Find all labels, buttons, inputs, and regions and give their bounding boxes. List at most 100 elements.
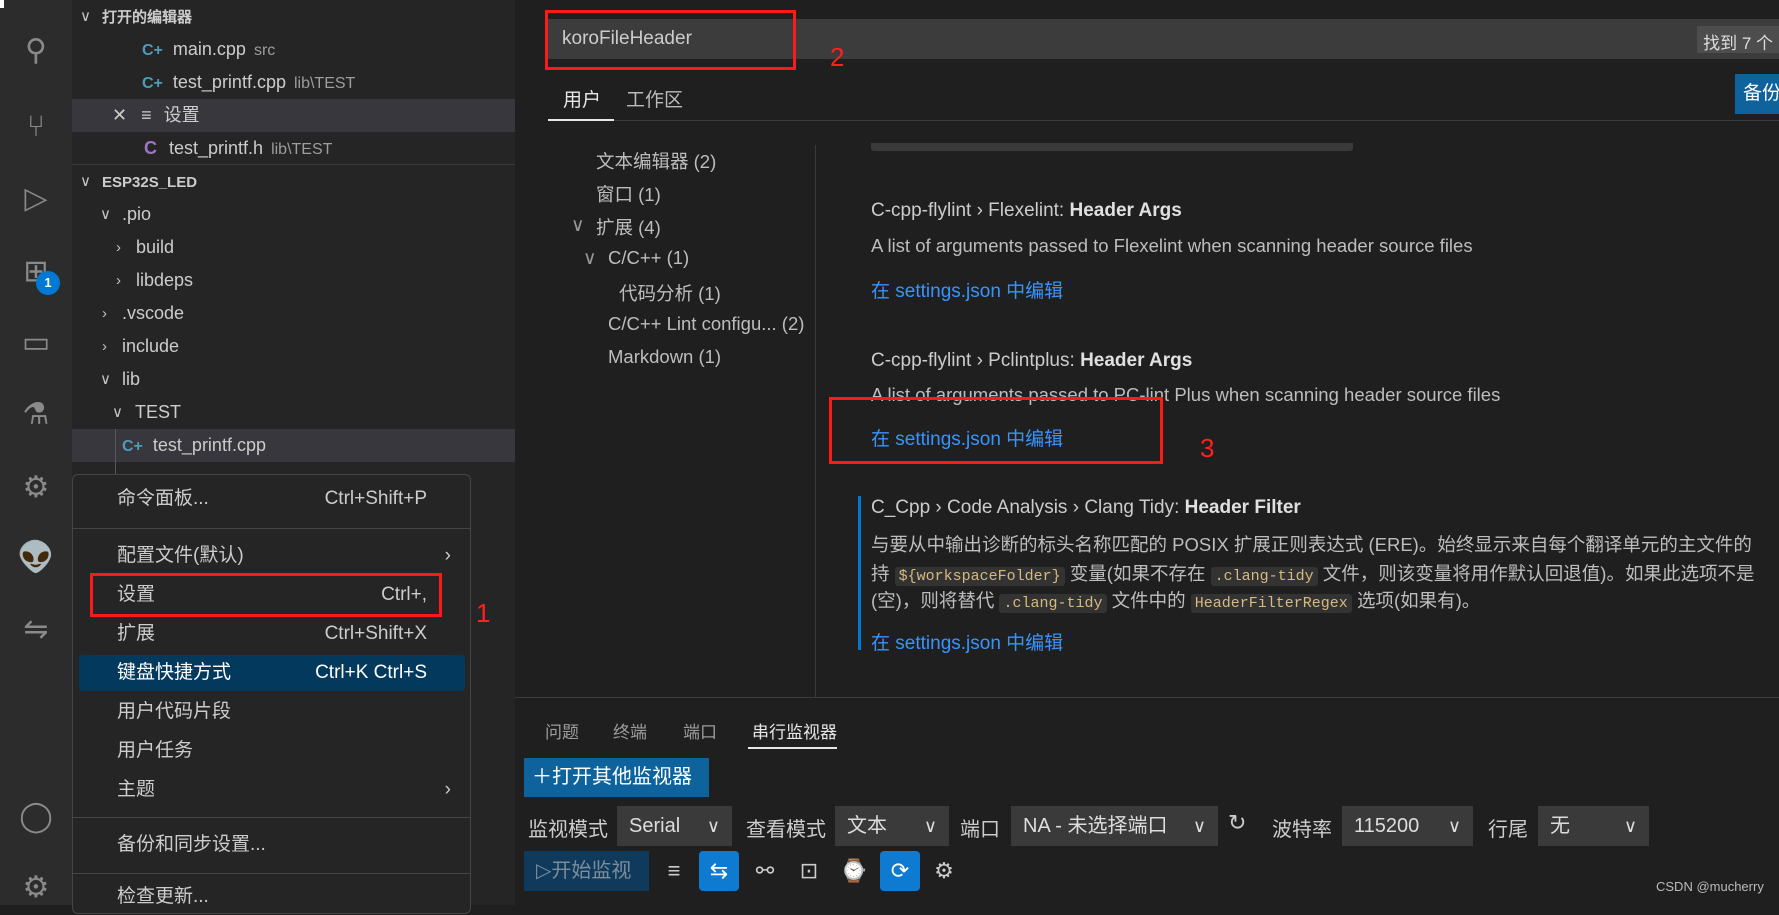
toc-item[interactable]: 扩展 (4) — [596, 214, 661, 240]
toc-item[interactable]: 文本编辑器 (2) — [596, 148, 716, 174]
monitor-mode-label: 监视模式 — [528, 819, 608, 841]
cpp-settings-icon[interactable]: ⚙ — [16, 468, 56, 508]
chevron-right-icon: › — [444, 779, 451, 800]
edit-in-settings-json-link[interactable]: 在 settings.json 中编辑 — [871, 276, 1063, 303]
line-ending-select[interactable]: 无 ∨ — [1538, 806, 1649, 846]
menu-item-keyboard-shortcuts[interactable]: 键盘快捷方式 Ctrl+K Ctrl+S — [79, 655, 465, 691]
settings-file-icon: ≡ — [141, 105, 152, 125]
tree-label: .pio — [122, 204, 152, 224]
close-icon[interactable]: ✕ — [112, 105, 127, 125]
start-monitoring-button[interactable]: ▷开始监视 — [524, 851, 649, 891]
button-label: 开始监视 — [551, 860, 632, 882]
toggle-line-wrap-icon[interactable]: ⇆ — [699, 851, 739, 891]
open-editors-header[interactable]: ∨ 打开的编辑器 — [72, 0, 515, 33]
tree-label: include — [122, 336, 180, 356]
menu-item-backup-sync[interactable]: 备份和同步设置... — [79, 827, 465, 863]
refresh-icon[interactable]: ↻ — [1228, 810, 1246, 836]
open-editor-item[interactable]: ✕ ≡ 设置 — [72, 99, 515, 132]
file-name: main.cpp — [172, 39, 246, 59]
tree-item[interactable]: › build — [72, 231, 515, 264]
file-name: test_printf.cpp — [172, 72, 286, 92]
port-select[interactable]: NA - 未选择端口 ∨ — [1011, 806, 1218, 846]
tree-item[interactable]: › libdeps — [72, 264, 515, 297]
terminal-icon[interactable]: ⊡ — [789, 851, 829, 891]
line-ending-label: 行尾 — [1488, 819, 1528, 841]
tree-label: lib — [122, 369, 141, 389]
platformio-icon[interactable]: 👽 — [16, 538, 56, 578]
tree-item[interactable]: › .vscode — [72, 297, 515, 330]
menu-item-user-tasks[interactable]: 用户任务 — [79, 733, 465, 769]
tree-item[interactable]: C+ test_printf.cpp — [72, 429, 515, 462]
tree-label: .vscode — [122, 303, 185, 323]
auto-scroll-icon[interactable]: ⟳ — [880, 851, 920, 891]
panel-tab-serial-monitor[interactable]: 串行监视器 — [752, 718, 837, 743]
view-mode-select[interactable]: 文本 ∨ — [835, 806, 949, 846]
menu-item-user-snippets[interactable]: 用户代码片段 — [79, 694, 465, 730]
project-header[interactable]: ∨ ESP32S_LED — [72, 165, 515, 198]
source-control-icon[interactable]: ⑂ — [16, 107, 56, 147]
tab-workspace[interactable]: 工作区 — [626, 85, 683, 112]
menu-shortcut: Ctrl+K Ctrl+S — [315, 662, 427, 683]
menu-item-profiles[interactable]: 配置文件(默认) › — [79, 538, 465, 574]
run-debug-icon[interactable]: ▷ — [16, 179, 56, 219]
open-other-monitor-button[interactable]: ＋打开其他监视器 — [524, 758, 709, 797]
remote-explorer-icon[interactable]: ▭ — [16, 323, 56, 363]
account-icon[interactable]: ◯ — [16, 797, 56, 837]
tree-label: libdeps — [136, 270, 194, 290]
menu-item-command-palette[interactable]: 命令面板... Ctrl+Shift+P — [79, 481, 465, 517]
menu-separator — [73, 528, 470, 529]
annotation-number-2: 2 — [830, 42, 845, 72]
file-path: src — [253, 42, 276, 59]
chevron-down-icon[interactable]: ∨ — [583, 247, 597, 269]
clear-output-icon[interactable]: ≡ — [654, 851, 694, 891]
setting-description: A list of arguments passed to Flexelint … — [871, 235, 1473, 256]
edit-in-settings-json-link[interactable]: 在 settings.json 中编辑 — [871, 628, 1063, 655]
setting-title: C-cpp-flylint › Pclintplus: Header Args — [871, 350, 1193, 371]
toc-item[interactable]: C/C++ Lint configu... (2) — [608, 313, 804, 335]
panel-tab-ports[interactable]: 端口 — [683, 718, 717, 743]
toc-item[interactable]: Markdown (1) — [608, 346, 721, 368]
manage-context-menu: 命令面板... Ctrl+Shift+P 配置文件(默认) › 设置 Ctrl+, 扩… — [72, 474, 471, 914]
setting-description: (空)，则将替代 .clang-tidy 文件中的 HeaderFilterRe… — [871, 590, 1481, 613]
open-editor-item[interactable]: Ctest_printf.h lib\TEST — [72, 132, 515, 165]
c-file-icon: C — [144, 138, 157, 158]
menu-item-themes[interactable]: 主题 › — [79, 772, 465, 808]
connect-icon[interactable]: ⚯ — [745, 851, 785, 891]
tree-item[interactable]: ∨ .pio — [72, 198, 515, 231]
chevron-down-icon: ∨ — [1623, 816, 1637, 836]
settings-gear-icon[interactable]: ⚙ — [924, 851, 964, 891]
tree-item[interactable]: ∨ lib — [72, 363, 515, 396]
menu-shortcut: Ctrl+Shift+X — [324, 623, 427, 644]
menu-label: 备份和同步设置... — [117, 834, 266, 855]
live-share-icon[interactable]: ⇋ — [16, 610, 56, 650]
toc-item[interactable]: 代码分析 (1) — [619, 280, 721, 306]
tree-item[interactable]: › include — [72, 330, 515, 363]
watermark: CSDN @mucherry — [1656, 879, 1764, 894]
chevron-down-icon[interactable]: ∨ — [571, 214, 585, 236]
search-icon[interactable]: ⚲ — [16, 31, 56, 71]
panel-tab-terminal[interactable]: 终端 — [613, 718, 647, 743]
open-editor-item[interactable]: C+ test_printf.cpp lib\TEST — [72, 66, 515, 99]
timestamp-icon[interactable]: ⌚ — [834, 851, 874, 891]
backup-sync-button[interactable]: 备份 — [1735, 74, 1779, 114]
activity-bar: ⚲ ⑂ ▷ ⊞ 1 ▭ ⚗ ⚙ 👽 ⇋ ◯ ⚙ — [0, 0, 72, 905]
active-tab-underline — [548, 119, 614, 121]
toc-item[interactable]: C/C++ (1) — [608, 247, 689, 269]
tree-label: build — [136, 237, 175, 257]
chevron-down-icon: ∨ — [706, 816, 720, 836]
monitor-mode-select[interactable]: Serial ∨ — [617, 806, 732, 846]
open-editor-item[interactable]: C+ main.cpp src — [72, 33, 515, 66]
menu-item-check-updates[interactable]: 检查更新... — [79, 879, 465, 915]
baud-rate-select[interactable]: 115200 ∨ — [1342, 806, 1473, 846]
active-indicator — [0, 0, 4, 8]
tree-item[interactable]: ∨ TEST — [72, 396, 515, 429]
manage-gear-icon[interactable]: ⚙ — [16, 868, 56, 908]
tab-user[interactable]: 用户 — [563, 85, 601, 112]
chevron-down-icon: ∨ — [1192, 816, 1206, 836]
toc-divider — [815, 145, 816, 698]
testing-icon[interactable]: ⚗ — [16, 395, 56, 435]
panel-tab-problems[interactable]: 问题 — [545, 718, 579, 743]
toc-item[interactable]: 窗口 (1) — [596, 181, 661, 207]
tree-label: TEST — [135, 402, 182, 422]
menu-item-extensions[interactable]: 扩展 Ctrl+Shift+X — [79, 616, 465, 652]
